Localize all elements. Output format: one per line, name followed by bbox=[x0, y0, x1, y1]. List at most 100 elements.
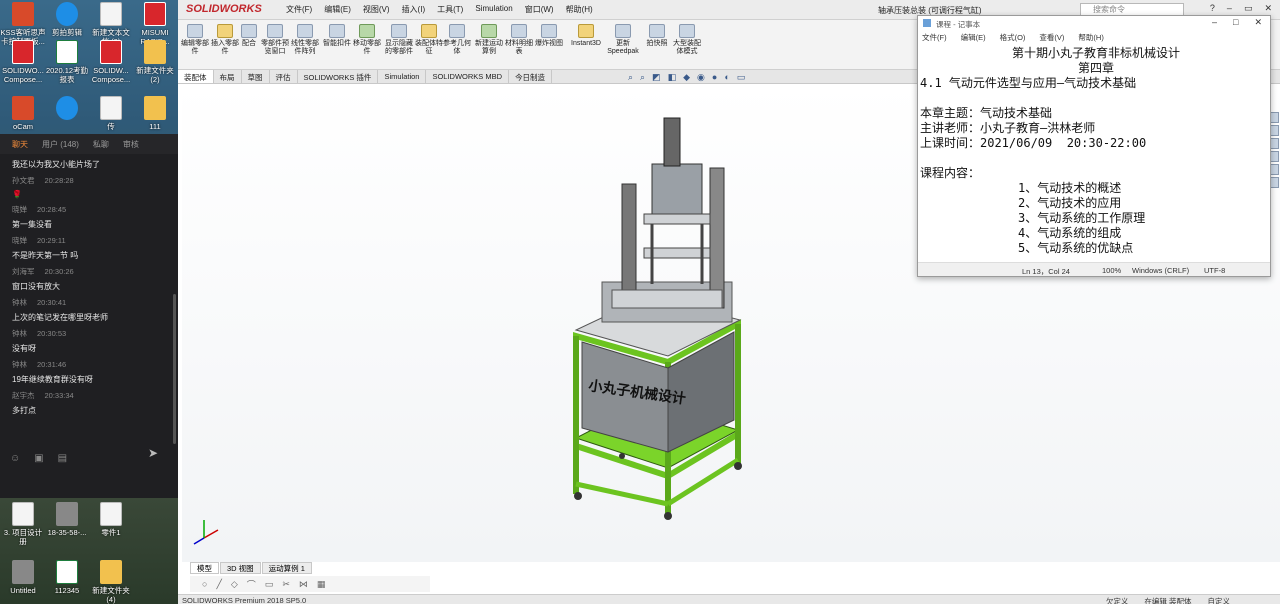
ribbon-button[interactable]: 移动零部件 bbox=[352, 24, 382, 56]
tab-users[interactable]: 用户 (148) bbox=[42, 139, 79, 150]
ribbon-button[interactable]: 线性零部件阵列 bbox=[290, 24, 320, 56]
monitor-icon[interactable]: ▭ bbox=[737, 72, 746, 83]
tab-manufacture[interactable]: 今日制造 bbox=[509, 70, 553, 83]
tab-review[interactable]: 审核 bbox=[123, 139, 139, 150]
minimize-icon[interactable]: – bbox=[1212, 17, 1217, 28]
close-icon[interactable]: ✕ bbox=[1254, 17, 1262, 28]
scene-icon[interactable]: ◐ bbox=[724, 72, 729, 83]
image-icon[interactable]: ▣ bbox=[34, 453, 43, 464]
close-icon[interactable]: ✕ bbox=[1264, 3, 1272, 14]
circle-icon[interactable]: ○ bbox=[202, 579, 207, 589]
menu-view[interactable]: 视图(V) bbox=[363, 4, 390, 15]
menu-simulation[interactable]: Simulation bbox=[475, 4, 512, 15]
ribbon-button[interactable]: 大型装配体模式 bbox=[672, 24, 702, 56]
desktop-icon[interactable]: SOLIDW... Compose... bbox=[88, 40, 134, 84]
chat-message: 晓婵 20:29:11 不是昨天第一节 吗 bbox=[12, 236, 79, 260]
ribbon-button[interactable]: 智能扣件 bbox=[322, 24, 352, 48]
menu-file[interactable]: 文件(F) bbox=[922, 32, 947, 43]
desktop-icon[interactable] bbox=[44, 96, 90, 122]
help-icon[interactable]: ? bbox=[1210, 3, 1215, 14]
ribbon-button[interactable]: 材料明细表 bbox=[504, 24, 534, 56]
menu-edit[interactable]: 编辑(E) bbox=[961, 32, 986, 43]
command-icon bbox=[679, 24, 695, 38]
polygon-icon[interactable]: ◇ bbox=[231, 579, 238, 590]
menu-window[interactable]: 窗口(W) bbox=[525, 4, 554, 15]
tab-private[interactable]: 私聊 bbox=[93, 139, 109, 150]
desktop-icon[interactable]: 剪拍剪辑 bbox=[44, 2, 90, 37]
command-icon bbox=[511, 24, 527, 38]
menu-help[interactable]: 帮助(H) bbox=[1078, 32, 1103, 43]
ribbon-button[interactable]: 爆炸视图 bbox=[534, 24, 564, 48]
tab-chat[interactable]: 聊天 bbox=[12, 139, 28, 150]
command-icon bbox=[329, 24, 345, 38]
tab-simulation[interactable]: Simulation bbox=[378, 70, 427, 83]
desktop-icon[interactable]: Untitled bbox=[0, 560, 46, 595]
ribbon-button[interactable]: 装配体特征 bbox=[414, 24, 444, 56]
tab-motion-study[interactable]: 运动算例 1 bbox=[261, 562, 312, 574]
display-style-icon[interactable]: ◆ bbox=[683, 72, 690, 83]
rectangle-icon[interactable]: ▭ bbox=[265, 579, 274, 590]
emoji-icon[interactable]: ☺ bbox=[10, 453, 20, 464]
ribbon-button[interactable]: 参考几何体 bbox=[442, 24, 472, 56]
tab-sketch[interactable]: 草图 bbox=[242, 70, 270, 83]
menu-edit[interactable]: 编辑(E) bbox=[324, 4, 351, 15]
ocam-icon bbox=[12, 96, 34, 120]
maximize-icon[interactable]: □ bbox=[1233, 17, 1238, 28]
zoom-area-icon[interactable]: ⌕ bbox=[640, 72, 645, 83]
desktop-icon[interactable]: 传 bbox=[88, 96, 134, 131]
line-icon[interactable]: ╱ bbox=[216, 579, 221, 590]
file-icon[interactable]: ▤ bbox=[58, 453, 67, 464]
notepad-text-area[interactable]: 第十期小丸子教育非标机械设计 第四章 4.1 气动元件选型与应用—气动技术基础 … bbox=[918, 46, 1272, 266]
desktop-icon[interactable]: 3. 项目设计 册 bbox=[0, 502, 46, 546]
menu-file[interactable]: 文件(F) bbox=[286, 4, 312, 15]
status-units[interactable]: 自定义 bbox=[1208, 596, 1231, 604]
desktop-icon[interactable]: 2020.12考勤 报表 bbox=[44, 40, 90, 84]
ribbon-button[interactable]: Instant3D bbox=[568, 24, 604, 48]
ribbon-button[interactable]: 零部件预览窗口 bbox=[260, 24, 290, 56]
desktop-icon[interactable]: 新建文件夹 (2) bbox=[132, 40, 178, 84]
menu-view[interactable]: 查看(V) bbox=[1039, 32, 1064, 43]
chat-messages[interactable]: 我还以为我又小能片场了 孙文君 20:28:28 🌹 晓婵 20:28:45 第一集没看… bbox=[0, 154, 172, 444]
chat-scrollbar[interactable] bbox=[173, 294, 176, 444]
tab-mbd[interactable]: SOLIDWORKS MBD bbox=[426, 70, 510, 83]
menu-format[interactable]: 格式(O) bbox=[1000, 32, 1026, 43]
menu-help[interactable]: 帮助(H) bbox=[566, 4, 593, 15]
desktop-icon[interactable]: 18-35-58-... bbox=[44, 502, 90, 537]
menu-insert[interactable]: 插入(I) bbox=[402, 4, 426, 15]
image-icon bbox=[56, 502, 78, 526]
hide-show-icon[interactable]: ◉ bbox=[697, 72, 705, 83]
appearance-icon[interactable]: ● bbox=[712, 72, 717, 83]
grid-icon[interactable]: ▦ bbox=[317, 579, 326, 590]
sketch-toolbar: ○ ╱ ◇ ⌒ ▭ ✂ ⋈ ▦ bbox=[190, 576, 430, 592]
tab-addins[interactable]: SOLIDWORKS 插件 bbox=[298, 70, 379, 83]
ribbon-button[interactable]: 新建运动算例 bbox=[474, 24, 504, 56]
desktop-icon[interactable]: oCam bbox=[0, 96, 46, 131]
section-view-icon[interactable]: ◩ bbox=[652, 72, 661, 83]
desktop-icon[interactable]: 新建文件夹 (4) bbox=[88, 560, 134, 604]
desktop-icon[interactable]: SOLIDWO... Compose... bbox=[0, 40, 46, 84]
minimize-icon[interactable]: – bbox=[1227, 3, 1232, 14]
arc-icon[interactable]: ⌒ bbox=[247, 578, 256, 591]
restore-icon[interactable]: ▭ bbox=[1244, 3, 1253, 14]
trim-icon[interactable]: ✂ bbox=[282, 579, 290, 590]
desktop-icon[interactable]: 111 bbox=[132, 96, 178, 131]
zoom-fit-icon[interactable]: ⌕ bbox=[628, 72, 633, 83]
desktop-icon[interactable]: 零件1 bbox=[88, 502, 134, 537]
send-icon[interactable]: ➤ bbox=[148, 446, 158, 460]
tab-model[interactable]: 模型 bbox=[190, 562, 219, 574]
view-orientation-icon[interactable]: ◧ bbox=[668, 72, 677, 83]
tab-3d-views[interactable]: 3D 视图 bbox=[220, 562, 261, 574]
mirror-icon[interactable]: ⋈ bbox=[299, 579, 308, 590]
desktop-icon[interactable]: 112345 bbox=[44, 560, 90, 595]
tab-assembly[interactable]: 装配体 bbox=[178, 70, 214, 83]
menu-tools[interactable]: 工具(T) bbox=[437, 4, 463, 15]
chat-message: 晓婵 20:28:45 第一集没看 bbox=[12, 205, 67, 229]
tab-layout[interactable]: 布局 bbox=[214, 70, 242, 83]
ribbon-button[interactable]: 拍快照 bbox=[642, 24, 672, 48]
ribbon-button[interactable]: 显示隐藏的零部件 bbox=[384, 24, 414, 56]
chat-message: 钟林 20:30:41 上次的笔记发在哪里呀老师 bbox=[12, 298, 108, 322]
tab-evaluate[interactable]: 评估 bbox=[270, 70, 298, 83]
ribbon-button[interactable]: 更新Speedpak bbox=[606, 24, 640, 56]
ribbon-button[interactable]: 编辑零部件 bbox=[180, 24, 210, 56]
chat-tabs: 聊天 用户 (148) 私聊 审核 bbox=[0, 134, 178, 154]
